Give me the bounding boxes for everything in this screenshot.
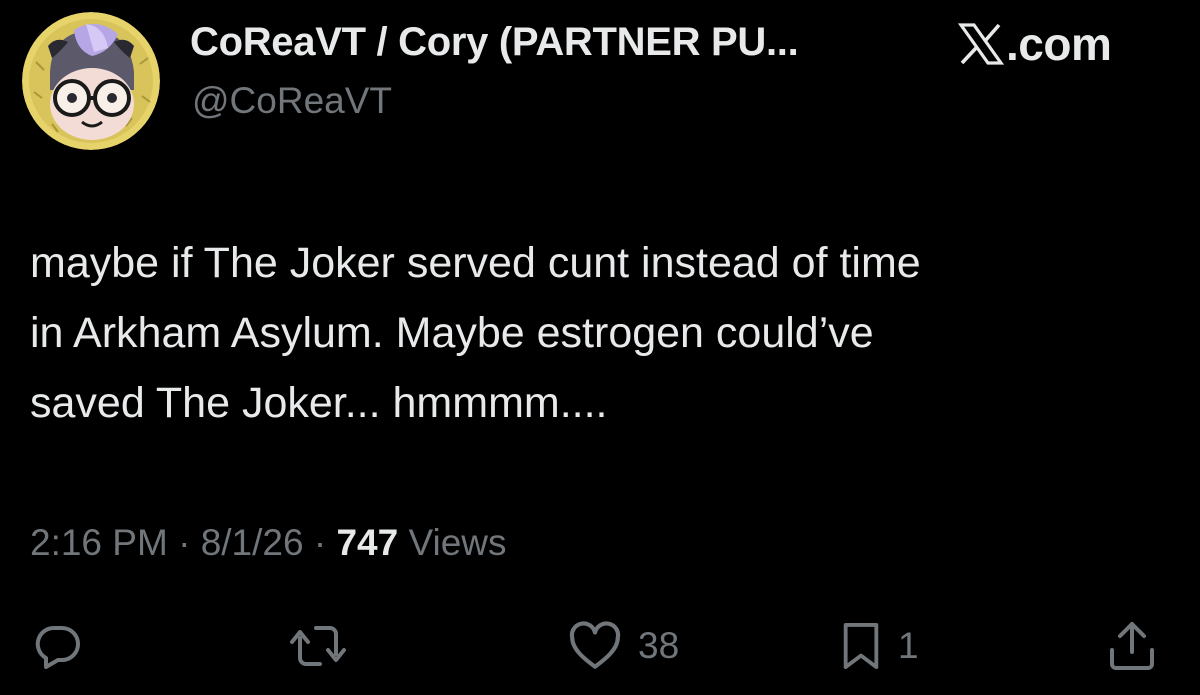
tweet-text-line: saved The Joker... hmmmm.... [30,379,608,427]
action-bar: 38 1 [0,614,1200,678]
bookmark-count: 1 [898,625,919,666]
share-icon [1110,622,1154,670]
avatar[interactable] [22,12,160,150]
avatar-image [22,12,160,150]
like-count: 38 [638,625,680,666]
bookmark-button[interactable]: 1 [838,614,919,678]
like-button[interactable]: 38 [566,614,679,678]
retweet-icon [290,626,346,666]
tweet-time[interactable]: 2:16 PM [30,522,168,563]
reply-button[interactable] [32,614,84,678]
tweet-date[interactable]: 8/1/26 [201,522,304,563]
meta-separator: · [167,522,201,563]
tweet-text-line: maybe if The Joker served cunt instead o… [30,239,921,287]
brand-logo: .com [958,18,1112,70]
display-name[interactable]: CoReaVT / Cory (PARTNER PU... [190,20,799,65]
views-label: Views [408,522,507,563]
user-handle[interactable]: @CoReaVT [192,80,392,122]
retweet-button[interactable] [288,614,348,678]
tweet-meta: 2:16 PM · 8/1/26 · 747 Views [30,522,507,564]
tweet-text: maybe if The Joker served cunt instead o… [30,228,1170,438]
reply-icon [35,625,80,669]
share-button[interactable] [1106,614,1158,678]
views-count: 747 [336,522,399,563]
brand-domain: .com [1006,18,1112,70]
meta-separator: · [303,522,337,563]
x-logo-icon [958,23,1004,65]
heart-icon [569,621,621,669]
tweet-text-line: in Arkham Asylum. Maybe estrogen could’v… [30,309,874,357]
bookmark-icon [843,623,879,669]
